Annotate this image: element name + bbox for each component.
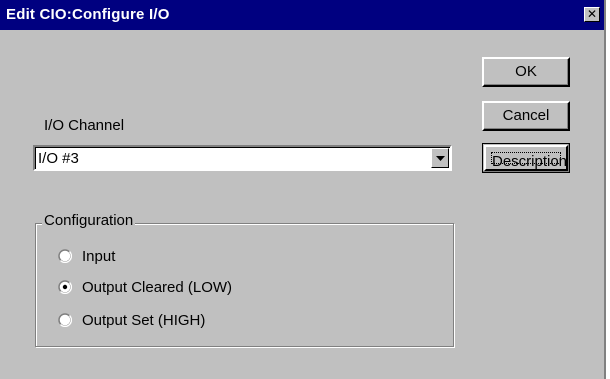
radio-button-unselected-icon xyxy=(58,249,72,263)
io-channel-label: I/O Channel xyxy=(44,117,125,134)
cancel-button[interactable]: Cancel xyxy=(482,101,570,131)
io-channel-value: I/O #3 xyxy=(38,150,79,167)
radio-output-set-label: Output Set (HIGH) xyxy=(82,312,206,329)
io-channel-dropdown[interactable]: I/O #3 xyxy=(33,145,452,171)
chevron-down-icon xyxy=(436,156,445,161)
dropdown-button[interactable] xyxy=(431,148,449,168)
radio-button-selected-icon xyxy=(58,280,72,294)
configure-io-dialog: Edit CIO:Configure I/O ✕ OK Cancel Descr… xyxy=(0,0,606,379)
configuration-group-title: Configuration xyxy=(42,212,136,229)
radio-button-unselected-icon xyxy=(58,313,72,327)
radio-output-cleared-label: Output Cleared (LOW) xyxy=(82,279,233,296)
close-icon: ✕ xyxy=(586,7,598,21)
radio-input-label: Input xyxy=(82,248,116,265)
description-button[interactable]: Description xyxy=(482,143,570,173)
description-button-bevel: Description xyxy=(484,145,568,171)
description-button-label: Description xyxy=(491,152,568,170)
window-title: Edit CIO:Configure I/O xyxy=(6,6,170,23)
close-button[interactable]: ✕ xyxy=(584,7,600,22)
title-bar: Edit CIO:Configure I/O ✕ xyxy=(0,0,604,30)
ok-button[interactable]: OK xyxy=(482,57,570,87)
